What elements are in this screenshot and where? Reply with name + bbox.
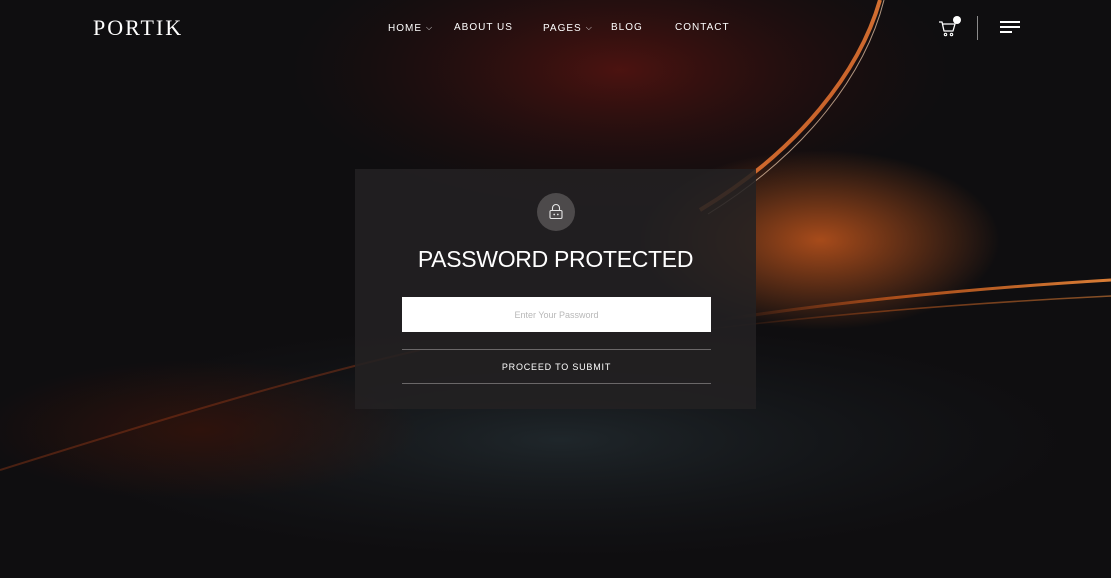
nav-item-label: PAGES	[543, 23, 582, 34]
nav-item-label: HOME	[388, 23, 422, 34]
nav-item-label: BLOG	[611, 22, 643, 33]
nav-item-label: CONTACT	[675, 22, 730, 33]
cart-badge-dot	[953, 16, 961, 24]
cart-button[interactable]	[938, 16, 961, 40]
password-input[interactable]	[402, 297, 711, 332]
lock-icon-badge	[537, 193, 575, 231]
nav-item-home[interactable]: HOME ⌵	[388, 21, 433, 36]
chevron-down-icon: ⌵	[585, 23, 593, 32]
header-divider	[977, 16, 978, 40]
page-title: PASSWORD PROTECTED	[417, 246, 694, 272]
site-logo[interactable]: PORTIK	[93, 16, 183, 40]
nav-item-blog[interactable]: BLOG	[611, 21, 643, 35]
hamburger-menu-icon[interactable]	[1000, 20, 1020, 34]
submit-button[interactable]: PROCEED TO SUBMIT	[402, 349, 711, 384]
chevron-down-icon: ⌵	[426, 23, 434, 32]
nav-item-contact[interactable]: CONTACT	[675, 21, 730, 35]
password-protected-card: PASSWORD PROTECTED PROCEED TO SUBMIT	[355, 169, 756, 409]
nav-item-label: ABOUT US	[454, 22, 513, 33]
site-header: PORTIK HOME ⌵ ABOUT US PAGES ⌵ BLOG CONTAC…	[0, 0, 1111, 56]
nav-item-about-us[interactable]: ABOUT US	[454, 21, 513, 35]
lock-icon	[549, 203, 563, 220]
nav-item-pages[interactable]: PAGES ⌵	[543, 21, 593, 36]
